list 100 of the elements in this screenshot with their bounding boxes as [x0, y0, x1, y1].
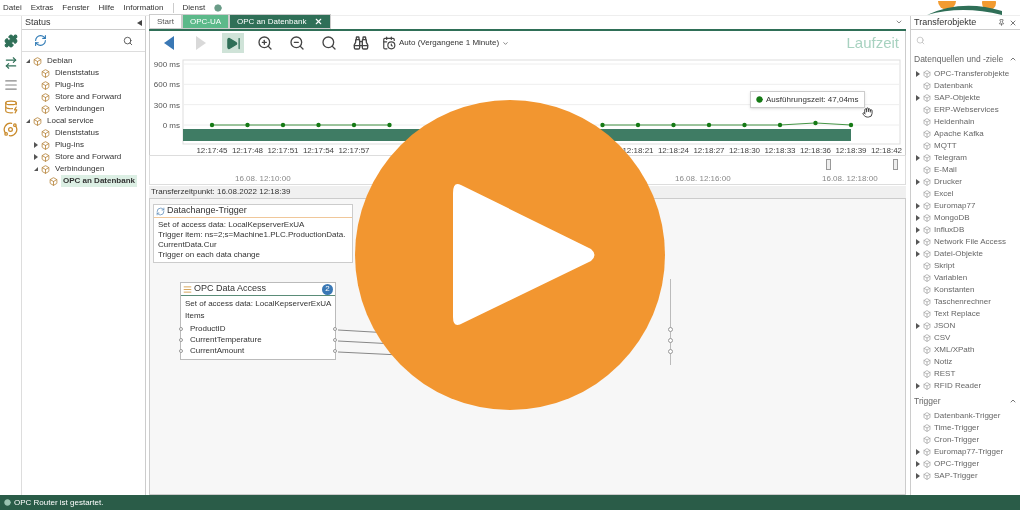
collapsed-caret-icon[interactable] [33, 142, 39, 148]
list-item[interactable]: Heidenhain [934, 116, 975, 128]
list-item[interactable]: Telegram [934, 152, 967, 164]
list-item[interactable]: Notiz [934, 356, 953, 368]
tree-item[interactable]: Store and Forward [53, 151, 124, 163]
item-port[interactable] [333, 326, 337, 331]
box-icon [41, 68, 50, 78]
card-text: Set of access data: LocalKepserverExUA [185, 299, 331, 309]
list-item[interactable]: SAP-Objekte [934, 92, 981, 104]
tree-item[interactable]: Verbindungen [53, 163, 107, 175]
tab[interactable]: OPC an Datenbank [229, 14, 332, 29]
collapsed-caret-icon[interactable] [915, 383, 921, 389]
close-icon[interactable] [1009, 18, 1017, 27]
tree-item[interactable]: OPC an Datenbank [61, 175, 137, 187]
list-item[interactable]: Excel [934, 188, 954, 200]
dropdown-icon[interactable] [895, 18, 903, 26]
collapsed-caret-icon[interactable] [915, 215, 921, 221]
list-item[interactable]: Skript [934, 260, 955, 272]
list-item[interactable]: Network File Access [934, 236, 1007, 248]
box-icon [923, 262, 931, 270]
menu-item[interactable]: Hilfe [98, 1, 115, 14]
menu-item[interactable]: Information [123, 1, 164, 14]
list-item[interactable]: Apache Kafka [934, 128, 984, 140]
range-handle[interactable] [893, 159, 898, 170]
list-item[interactable]: CSV [934, 332, 951, 344]
tab[interactable]: Start [149, 14, 182, 29]
database-icon[interactable] [3, 100, 18, 114]
tree-item[interactable]: Plug-ins [53, 79, 86, 91]
tree-item[interactable]: Debian [45, 55, 75, 67]
list-item[interactable]: Datei-Objekte [934, 248, 983, 260]
list-item[interactable]: ERP-Webservices [934, 104, 999, 116]
list-item[interactable]: RFID Reader [934, 380, 982, 392]
list-item[interactable]: Datenbank [934, 80, 973, 92]
collapsed-caret-icon[interactable] [915, 227, 921, 233]
menu-item[interactable]: Datei [3, 1, 22, 14]
tree-item[interactable]: Dienststatus [53, 127, 102, 139]
collapsed-caret-icon[interactable] [915, 461, 921, 467]
item-port[interactable] [179, 348, 183, 353]
list-item[interactable]: REST [934, 368, 956, 380]
list-item[interactable]: Cron-Trigger [934, 434, 980, 446]
arrows-icon[interactable] [3, 56, 18, 70]
menu-item[interactable]: Fenster [62, 1, 90, 14]
collapsed-caret-icon[interactable] [915, 155, 921, 161]
trigger-card[interactable]: Datachange-Trigger Set of access data: LocalKepserverExUA Trigger item: ns=2;s=Machine1.PLC.ProductionData.CurrentData.Cur Trigger on each data change [153, 204, 353, 263]
orbit-icon[interactable] [3, 122, 18, 137]
search-icon[interactable] [123, 35, 133, 46]
close-icon[interactable] [314, 17, 324, 26]
collapsed-caret-icon[interactable] [915, 323, 921, 329]
list-item[interactable]: MongoDB [934, 212, 970, 224]
status-dot-icon[interactable] [214, 3, 223, 12]
range-handle[interactable] [826, 159, 831, 170]
collapsed-caret-icon[interactable] [915, 239, 921, 245]
list-item[interactable]: E-Mail [934, 164, 957, 176]
range-dropdown[interactable]: Auto (Vergangene 1 Minute) [382, 36, 510, 50]
list-item[interactable]: Konstanten [934, 284, 975, 296]
access-card[interactable]: OPC Data Access 2 Set of access data: LocalKepserverExUA Items ProductID CurrentTemperature CurrentAmount [180, 282, 336, 360]
collapsed-caret-icon[interactable] [915, 179, 921, 185]
list-item[interactable]: Variablen [934, 272, 968, 284]
tree-item[interactable]: Plug-ins [53, 139, 86, 151]
expanded-caret-icon[interactable] [33, 166, 39, 172]
tree-item[interactable]: Local service [45, 115, 96, 127]
collapsed-caret-icon[interactable] [915, 203, 921, 209]
collapsed-caret-icon[interactable] [915, 95, 921, 101]
list-item[interactable]: XML/XPath [934, 344, 975, 356]
list-item[interactable]: Time-Trigger [934, 422, 980, 434]
puzzle-icon[interactable] [3, 34, 18, 48]
collapsed-caret-icon[interactable] [33, 154, 39, 160]
collapse-icon[interactable] [1009, 55, 1017, 63]
tree-item[interactable]: Dienststatus [53, 67, 102, 79]
list-item[interactable]: Euromap77-Trigger [934, 446, 1004, 458]
tree-item[interactable]: Store and Forward [53, 91, 124, 103]
list-item[interactable]: MQTT [934, 140, 957, 152]
list-item[interactable]: Datenbank-Trigger [934, 410, 1001, 422]
list-item[interactable]: InfluxDB [934, 224, 965, 236]
list-item[interactable]: Taschenrechner [934, 296, 991, 308]
refresh-icon[interactable] [34, 34, 47, 47]
list-item[interactable]: OPC-Trigger [934, 458, 980, 470]
list-item[interactable]: SAP-Trigger [934, 470, 978, 482]
menu-item[interactable]: Extras [30, 1, 54, 14]
item-port[interactable] [333, 348, 337, 353]
collapsed-caret-icon[interactable] [915, 473, 921, 479]
toolbar-button[interactable] [222, 33, 244, 53]
menu-item[interactable]: Dienst [182, 1, 206, 14]
list-item[interactable]: JSON [934, 320, 956, 332]
tree-item[interactable]: Verbindungen [53, 103, 107, 115]
collapsed-caret-icon[interactable] [915, 449, 921, 455]
item-port[interactable] [179, 337, 183, 342]
expanded-caret-icon[interactable] [25, 58, 31, 64]
list-item[interactable]: Drucker [934, 176, 962, 188]
collapsed-caret-icon[interactable] [915, 251, 921, 257]
item-port[interactable] [179, 326, 183, 331]
collapsed-caret-icon[interactable] [915, 71, 921, 77]
list-item[interactable]: OPC-Transferobjekte [934, 68, 1010, 80]
expanded-caret-icon[interactable] [25, 118, 31, 124]
item-port[interactable] [333, 337, 337, 342]
list-item[interactable]: Euromap77 [934, 200, 976, 212]
collapse-icon[interactable] [1009, 397, 1017, 405]
collapse-icon[interactable] [137, 19, 142, 26]
list-item[interactable]: Text Replace [934, 308, 981, 320]
pin-icon[interactable] [998, 19, 1005, 26]
